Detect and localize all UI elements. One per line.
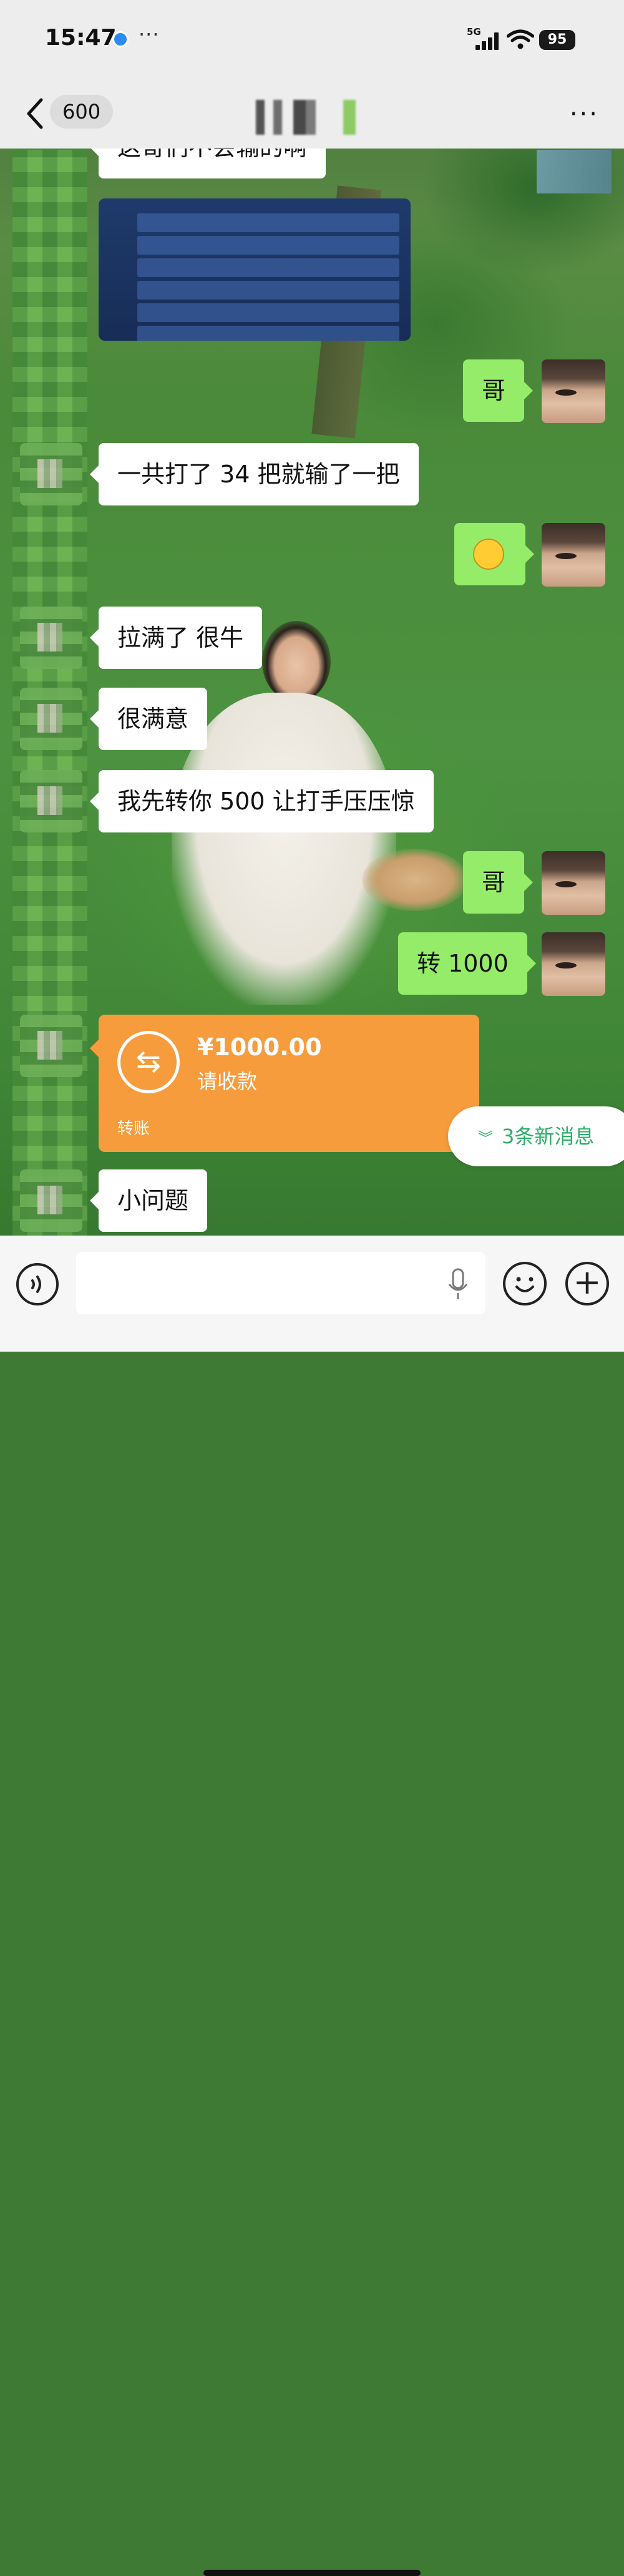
app-notification-icon — [112, 31, 129, 47]
message-bubble-outgoing[interactable]: 转 1000 — [398, 932, 536, 995]
emoji-message-bubble[interactable] — [454, 523, 534, 585]
status-more-icon: ··· — [139, 22, 160, 46]
message-bubble-incoming[interactable]: 一共打了 34 把就输了一把 — [90, 443, 419, 505]
self-avatar[interactable] — [542, 932, 605, 996]
contact-avatar[interactable] — [20, 770, 82, 832]
grin-emoji-icon — [473, 539, 504, 570]
new-messages-button[interactable]: ︾ 3条新消息 — [448, 1106, 624, 1166]
blurred-chat-title — [256, 100, 381, 135]
contact-avatar[interactable] — [20, 443, 82, 505]
microphone-icon[interactable] — [447, 1268, 469, 1300]
transfer-label: 转账 — [117, 1120, 150, 1138]
contact-avatar[interactable] — [20, 688, 82, 750]
signal-icon — [475, 32, 500, 50]
status-bar: 15:47 ··· 5G 95 — [0, 0, 624, 81]
voice-toggle-icon[interactable] — [16, 1263, 59, 1305]
transfer-amount: ¥1000.00 — [197, 1033, 322, 1061]
transfer-arrows-icon: ⇆ — [117, 1031, 180, 1093]
self-avatar[interactable] — [542, 359, 605, 423]
input-bar: + — [0, 1236, 624, 2576]
new-messages-label: 3条新消息 — [502, 1125, 595, 1148]
message-bubble-outgoing[interactable]: 哥 — [463, 359, 534, 422]
message-bubble-incoming[interactable]: 小问题 — [89, 1169, 208, 1232]
emoji-icon[interactable] — [503, 1262, 547, 1305]
message-input[interactable] — [76, 1252, 485, 1314]
self-avatar[interactable] — [542, 523, 605, 587]
status-time: 15:47 — [45, 25, 117, 51]
battery-icon: 95 — [539, 30, 575, 50]
double-chevron-down-icon: ︾ — [478, 1129, 493, 1147]
transfer-card[interactable]: ⇆ ¥1000.00 请收款 转账 — [90, 1015, 479, 1152]
back-chevron-icon[interactable] — [22, 95, 47, 132]
contact-avatar[interactable] — [20, 1015, 82, 1077]
self-avatar[interactable] — [542, 851, 605, 915]
wifi-icon — [507, 29, 534, 49]
contact-avatar[interactable] — [20, 607, 82, 669]
contact-avatar[interactable] — [20, 1169, 82, 1232]
message-bubble-incoming[interactable]: 这哥们不会输的啊 — [89, 149, 326, 178]
plus-icon[interactable]: + — [565, 1262, 609, 1305]
game-record-screenshot[interactable] — [99, 198, 411, 341]
message-bubble-outgoing[interactable]: 哥 — [463, 851, 534, 914]
unread-count-badge[interactable]: 600 — [50, 95, 114, 129]
chat-header: 600 ··· — [0, 81, 624, 149]
home-indicator — [203, 2570, 421, 2576]
message-list[interactable]: 这哥们不会输的啊 哥 一共打了 34 把就输了一把 拉满了 很牛 很满意 我先转… — [0, 149, 624, 1236]
message-bubble-incoming[interactable]: 拉满了 很牛 — [89, 607, 263, 669]
more-options-icon[interactable]: ··· — [570, 100, 599, 129]
message-bubble-incoming[interactable]: 很满意 — [89, 688, 208, 750]
transfer-status: 请收款 — [197, 1070, 258, 1093]
message-bubble-incoming[interactable]: 我先转你 500 让打手压压惊 — [90, 770, 434, 832]
